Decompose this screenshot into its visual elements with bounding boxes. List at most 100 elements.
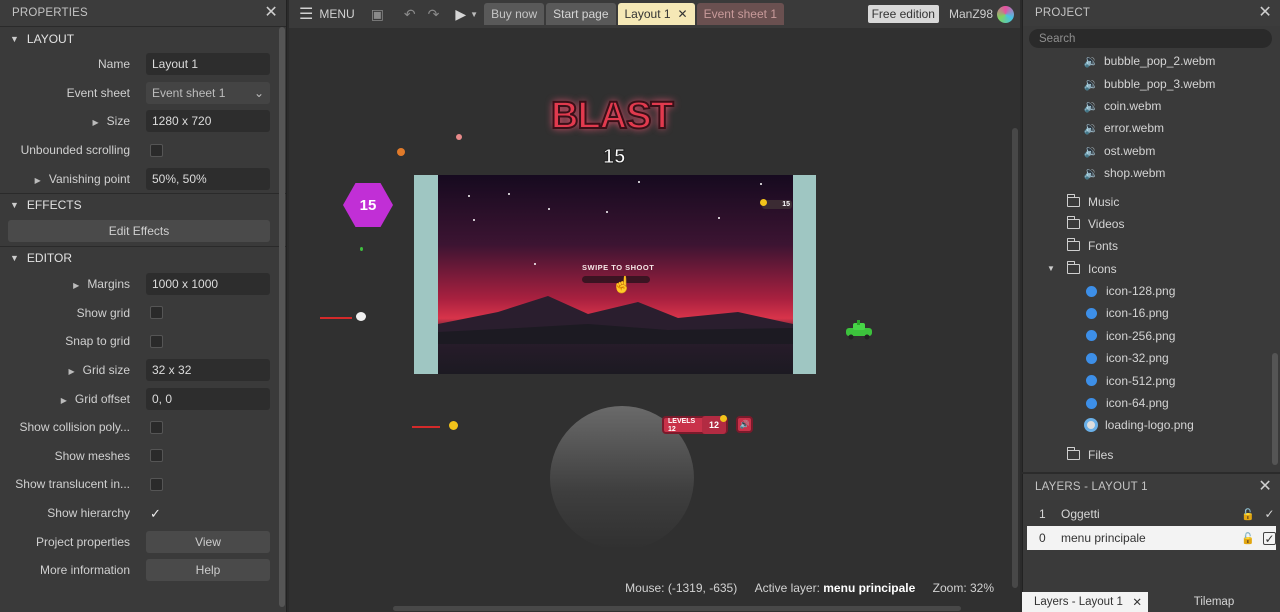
prop-unbounded: Unbounded scrolling (0, 136, 286, 165)
lock-icon[interactable]: 🔓 (1241, 508, 1255, 521)
red-line-sprite[interactable] (320, 317, 352, 319)
undo-icon[interactable]: ↶ (404, 6, 416, 23)
expand-triangle-icon[interactable]: ▶ (93, 118, 99, 127)
username[interactable]: ManZ98 (949, 7, 993, 21)
save-icon[interactable]: ▣ (371, 6, 384, 23)
show-collision-checkbox[interactable] (150, 420, 163, 434)
list-item[interactable]: 🔉 shop.webm (1083, 162, 1280, 184)
snap-grid-checkbox[interactable] (150, 334, 163, 348)
tab-buy-now[interactable]: Buy now (484, 3, 545, 25)
menu-button[interactable]: ☰ MENU (289, 4, 365, 24)
game-title-logo[interactable]: BLAST (550, 94, 675, 138)
speaker-icon[interactable]: 🔊 (736, 416, 753, 433)
tab-layout-1[interactable]: Layout 1 ✕ (617, 3, 695, 25)
close-icon[interactable]: ✕ (1132, 595, 1142, 609)
visible-checkbox[interactable]: ✓ (1263, 507, 1276, 521)
view-button[interactable]: View (146, 530, 270, 553)
search-input[interactable]: Search (1029, 29, 1272, 48)
help-button[interactable]: Help (146, 559, 270, 582)
show-hierarchy-checkbox[interactable]: ✓ (150, 507, 163, 520)
play-icon[interactable]: ▶ (455, 6, 466, 23)
section-effects[interactable]: ▼ EFFECTS (0, 192, 286, 217)
list-item[interactable]: icon-32.png (1083, 347, 1280, 369)
layout-canvas[interactable]: BLAST 15 15 SWIPE TO SHOOT ☝ 15 LEVELS 1… (289, 28, 1020, 612)
list-item[interactable]: icon-512.png (1083, 369, 1280, 391)
free-edition-badge[interactable]: Free edition (867, 5, 939, 23)
layer-row[interactable]: 1 Oggetti 🔓 ✓ (1027, 502, 1276, 526)
canvas-horizontal-scrollbar[interactable] (393, 606, 961, 611)
list-item[interactable]: icon-64.png (1083, 392, 1280, 414)
expand-triangle-icon[interactable]: ▶ (73, 281, 79, 290)
list-item[interactable]: 🔉 coin.webm (1083, 95, 1280, 117)
canvas-vertical-scrollbar[interactable] (1012, 128, 1018, 588)
show-grid-checkbox[interactable] (150, 306, 163, 320)
layer-row[interactable]: 0 menu principale 🔓 ✓ (1027, 526, 1276, 550)
prop-project-properties: Project properties View (0, 527, 286, 556)
prop-more-info: More information Help (0, 556, 286, 585)
collapse-triangle-icon[interactable]: ▼ (1047, 264, 1067, 273)
visible-checkbox[interactable]: ✓ (1263, 531, 1276, 545)
score-text[interactable]: 15 (602, 146, 625, 169)
tank-sprite[interactable] (843, 320, 875, 340)
section-editor[interactable]: ▼ EDITOR (0, 245, 286, 270)
grid-size-field[interactable]: 32 x 32 (146, 359, 270, 382)
list-item[interactable]: loading-logo.png (1083, 414, 1280, 436)
margins-field[interactable]: 1000 x 1000 (146, 273, 270, 296)
grid-offset-field[interactable]: 0, 0 (146, 387, 270, 410)
chevron-down-icon[interactable]: ▼ (470, 10, 478, 19)
lock-icon[interactable]: 🔓 (1241, 532, 1255, 545)
folder-fonts[interactable]: Fonts (1066, 235, 1280, 257)
folder-music[interactable]: Music (1066, 190, 1280, 212)
project-scrollbar[interactable] (1272, 353, 1278, 465)
green-dot-sprite[interactable] (360, 247, 363, 251)
coin-sprite[interactable] (720, 415, 727, 422)
pink-particle-sprite[interactable] (456, 134, 462, 140)
show-meshes-checkbox[interactable] (150, 449, 163, 463)
close-icon[interactable]: ✕ (264, 5, 278, 21)
close-icon[interactable]: ✕ (678, 7, 688, 21)
properties-panel: PROPERTIES ✕ ▼ LAYOUT Name Layout 1 Event … (0, 0, 287, 612)
tab-layers[interactable]: Layers - Layout 1 ✕ (1022, 592, 1148, 612)
hand-pointer-icon[interactable]: ☝ (612, 275, 632, 295)
name-field[interactable]: Layout 1 (146, 53, 270, 76)
properties-scrollbar[interactable] (279, 27, 285, 607)
expand-triangle-icon[interactable]: ▶ (61, 396, 67, 405)
folder-videos[interactable]: Videos (1066, 213, 1280, 235)
orange-dot-sprite[interactable] (397, 148, 405, 156)
bullet-sprite[interactable] (356, 312, 366, 321)
vanishing-field[interactable]: 50%, 50% (146, 167, 270, 190)
redo-icon[interactable]: ↷ (428, 6, 440, 23)
close-icon[interactable]: ✕ (1258, 479, 1272, 495)
list-item[interactable]: icon-128.png (1083, 280, 1280, 302)
close-icon[interactable]: ✕ (1258, 5, 1272, 21)
expand-triangle-icon[interactable]: ▶ (35, 176, 41, 185)
list-item[interactable]: 🔉 ost.webm (1083, 140, 1280, 162)
list-item[interactable]: 🔉 bubble_pop_3.webm (1083, 72, 1280, 94)
tab-start-page[interactable]: Start page (546, 3, 616, 25)
edit-effects-button[interactable]: Edit Effects (8, 219, 270, 242)
show-translucent-checkbox[interactable] (150, 477, 163, 491)
game-viewport[interactable]: SWIPE TO SHOOT ☝ 15 (414, 175, 816, 374)
unbounded-checkbox[interactable] (150, 143, 163, 157)
enemy-sprite[interactable]: 15 (343, 183, 393, 227)
expand-triangle-icon[interactable]: ▶ (69, 367, 75, 376)
tab-tilemap[interactable]: Tilemap (1148, 592, 1280, 612)
coin-sprite[interactable] (449, 421, 458, 430)
avatar[interactable] (997, 5, 1014, 23)
tab-event-sheet-1[interactable]: Event sheet 1 (696, 3, 784, 25)
list-item[interactable]: 🔉 error.webm (1083, 117, 1280, 139)
collapse-triangle-icon: ▼ (10, 200, 19, 211)
folder-icons[interactable]: ▼ Icons (1047, 258, 1280, 280)
folder-files[interactable]: Files (1066, 444, 1280, 466)
list-item[interactable]: 🔉 bubble_pop_2.webm (1083, 50, 1280, 72)
event-sheet-select[interactable]: Event sheet 1 ⌄ (146, 81, 270, 104)
swipe-to-shoot-text[interactable]: SWIPE TO SHOOT (582, 263, 654, 272)
folder-icon (1066, 238, 1080, 252)
folder-icon (1066, 193, 1080, 207)
red-line-sprite[interactable] (412, 426, 440, 428)
list-item[interactable]: icon-256.png (1083, 325, 1280, 347)
prop-show-grid: Show grid (0, 299, 286, 328)
list-item[interactable]: icon-16.png (1083, 302, 1280, 324)
size-field[interactable]: 1280 x 720 (146, 110, 270, 133)
section-layout[interactable]: ▼ LAYOUT (0, 26, 286, 50)
